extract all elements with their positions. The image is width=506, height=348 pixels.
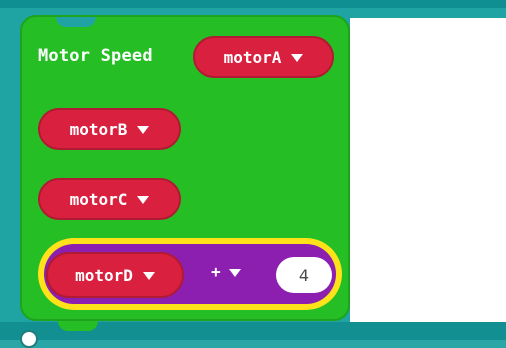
block-label: Motor Speed — [38, 46, 153, 66]
motorD-label: motorD — [75, 265, 133, 285]
number-input[interactable]: 4 — [276, 257, 332, 293]
chevron-down-icon — [137, 126, 150, 134]
chevron-down-icon — [228, 268, 241, 277]
circle-icon — [20, 330, 38, 348]
motorC-label: motorC — [69, 189, 128, 209]
workspace-white-area — [350, 18, 506, 322]
motorD-dropdown[interactable]: motorD — [46, 252, 184, 298]
motorC-dropdown[interactable]: motorC — [38, 178, 181, 220]
workspace-top-strip — [0, 0, 506, 8]
chevron-down-icon — [142, 272, 155, 280]
motorB-dropdown[interactable]: motorB — [38, 108, 181, 150]
block-top-notch — [56, 17, 96, 27]
operator-dropdown[interactable]: + — [211, 262, 241, 281]
motorA-label: motorA — [223, 47, 282, 67]
chevron-down-icon — [291, 54, 304, 62]
motorA-dropdown[interactable]: motorA — [193, 36, 334, 78]
chevron-down-icon — [137, 196, 150, 204]
block-bottom-notch — [58, 321, 98, 331]
operator-label: + — [211, 262, 221, 281]
motorB-label: motorB — [69, 119, 128, 139]
